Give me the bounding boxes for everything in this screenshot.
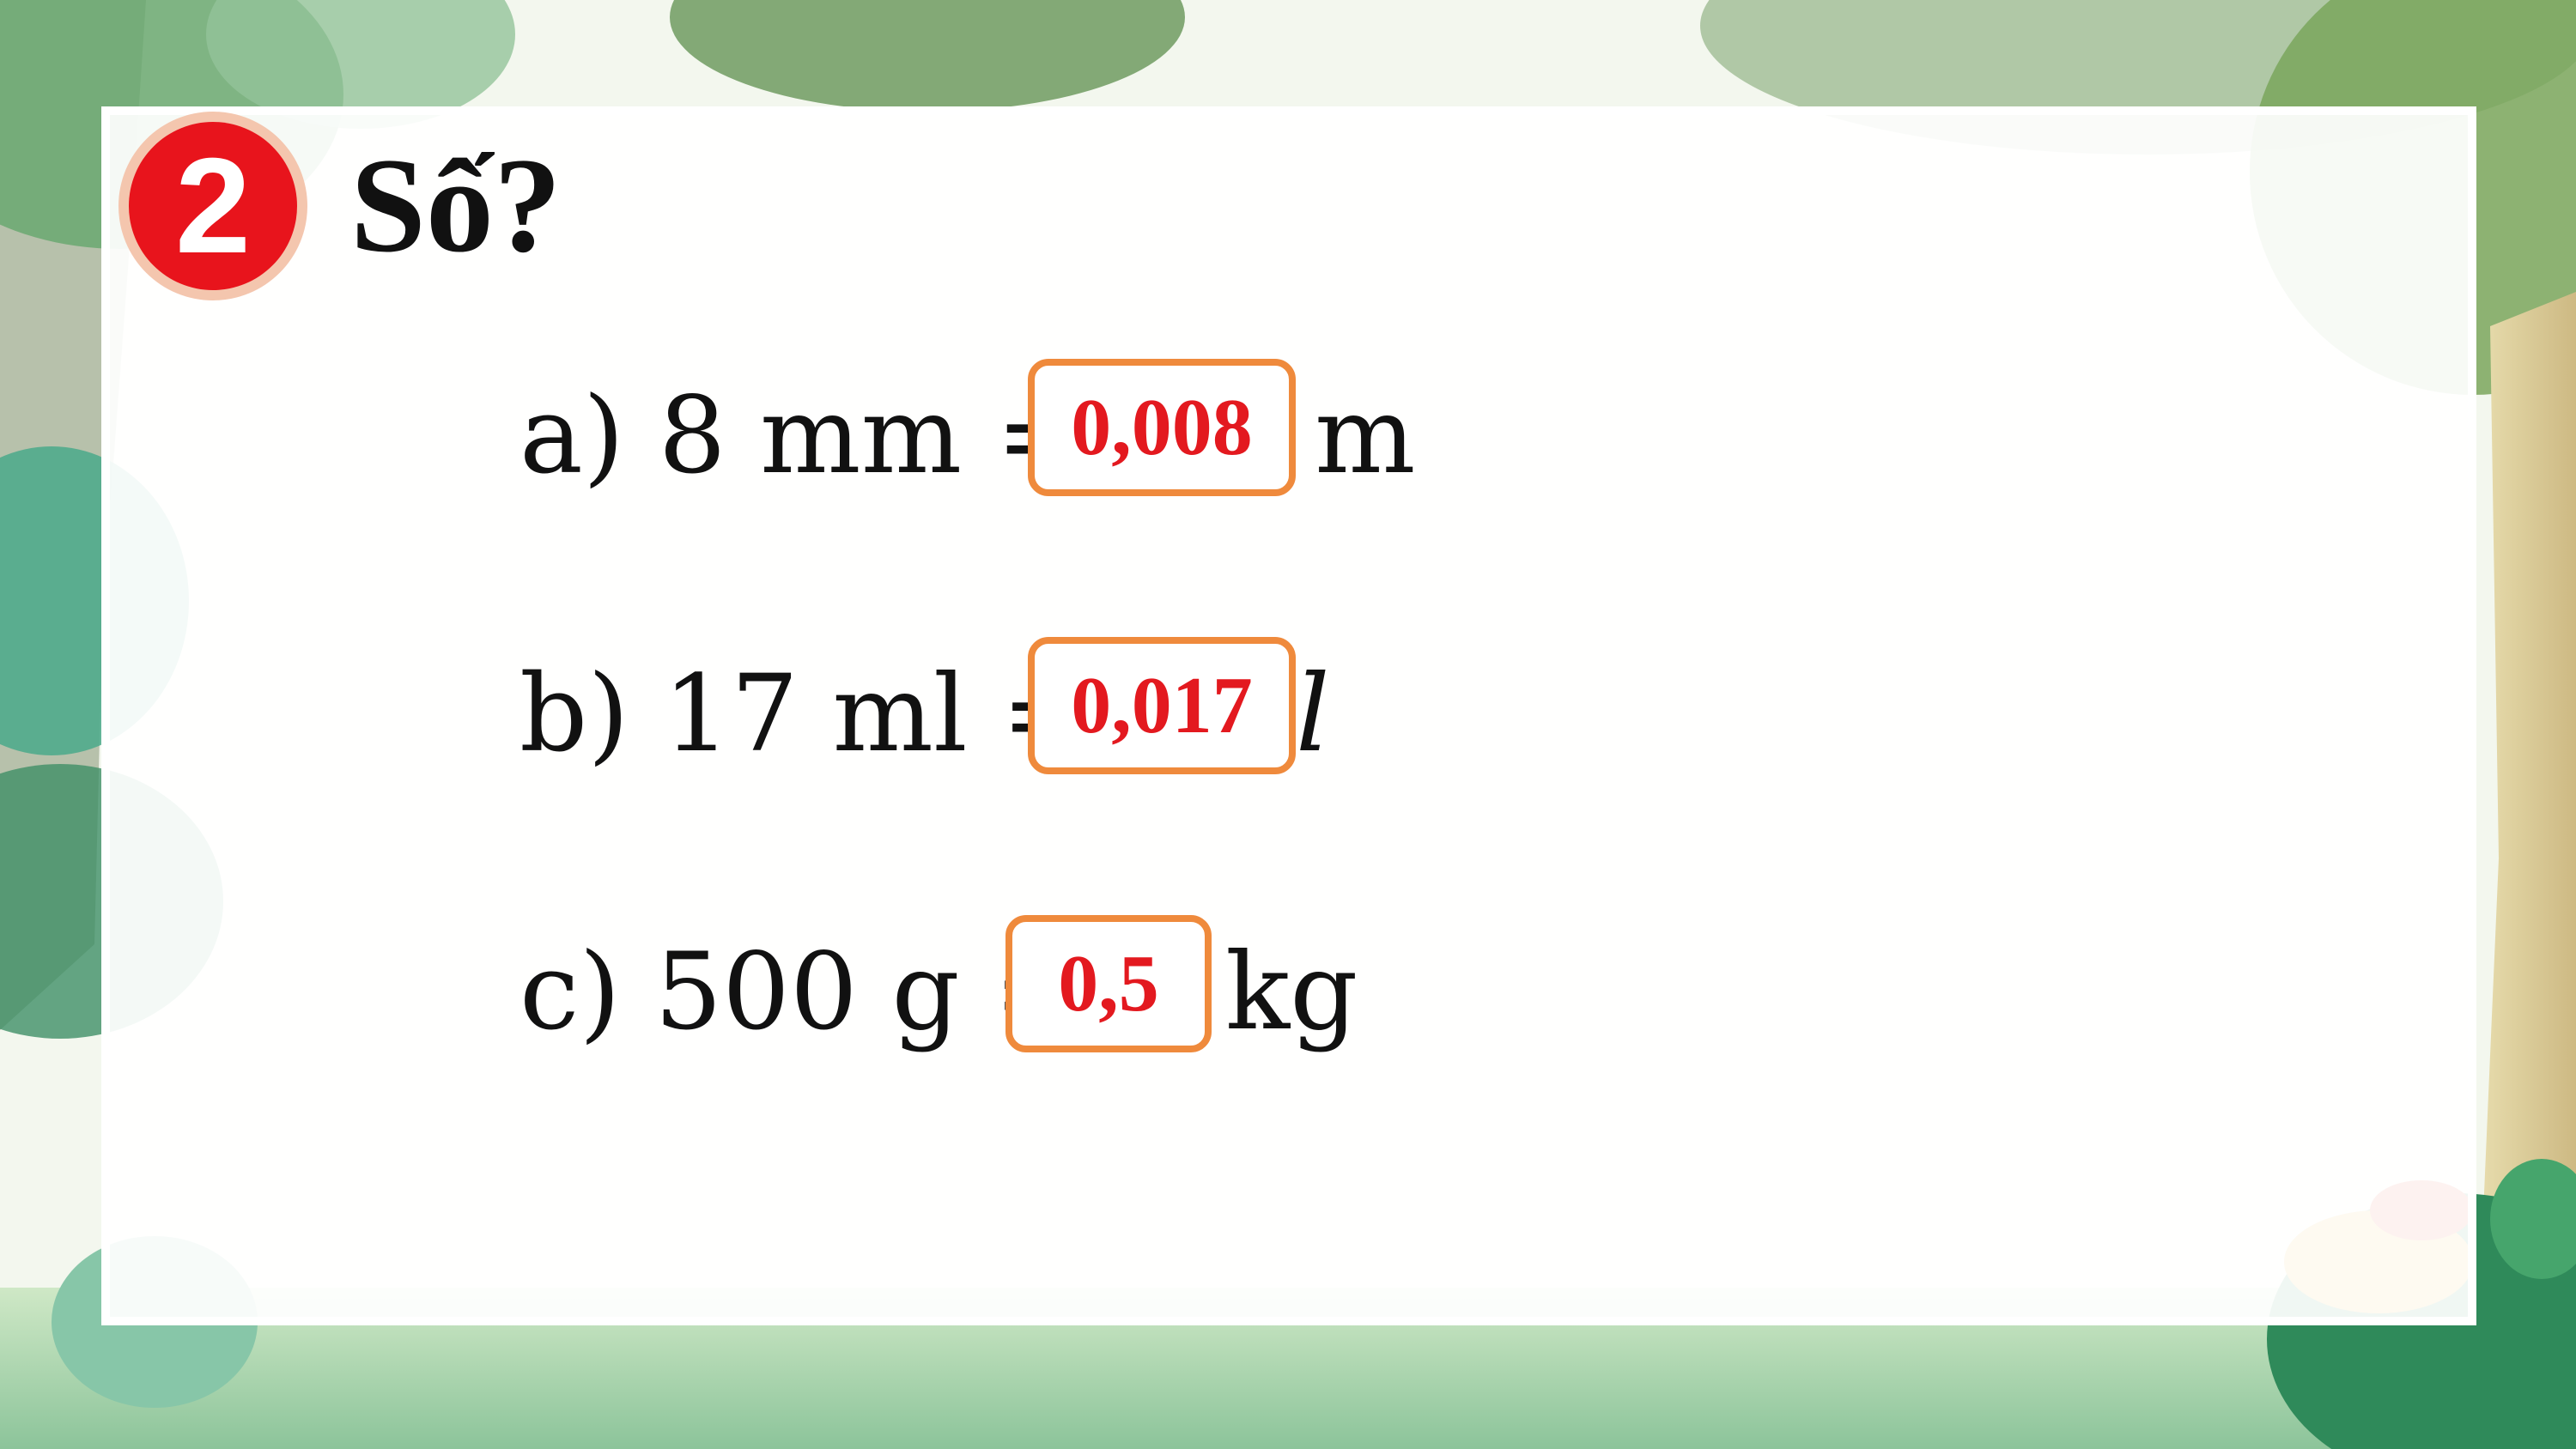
exercise-title: Số? bbox=[350, 130, 562, 281]
item-c-unit: kg bbox=[1225, 931, 1358, 1054]
item-a-answer: 0,008 bbox=[1071, 383, 1253, 472]
item-c-label: c) 500 g = bbox=[519, 931, 1084, 1054]
item-a-answer-box[interactable]: 0,008 bbox=[1028, 359, 1296, 496]
item-a-unit: m bbox=[1315, 374, 1416, 498]
item-c-answer-box[interactable]: 0,5 bbox=[1005, 915, 1212, 1052]
item-b-answer: 0,017 bbox=[1071, 661, 1253, 750]
item-b-label: b) 17 ml = bbox=[519, 652, 1091, 776]
item-a-label: a) 8 mm = bbox=[519, 374, 1085, 498]
exercise-number-badge: 2 bbox=[129, 122, 297, 290]
item-b-unit: l bbox=[1296, 652, 1330, 776]
item-c-answer: 0,5 bbox=[1058, 939, 1159, 1028]
item-b-answer-box[interactable]: 0,017 bbox=[1028, 637, 1296, 774]
